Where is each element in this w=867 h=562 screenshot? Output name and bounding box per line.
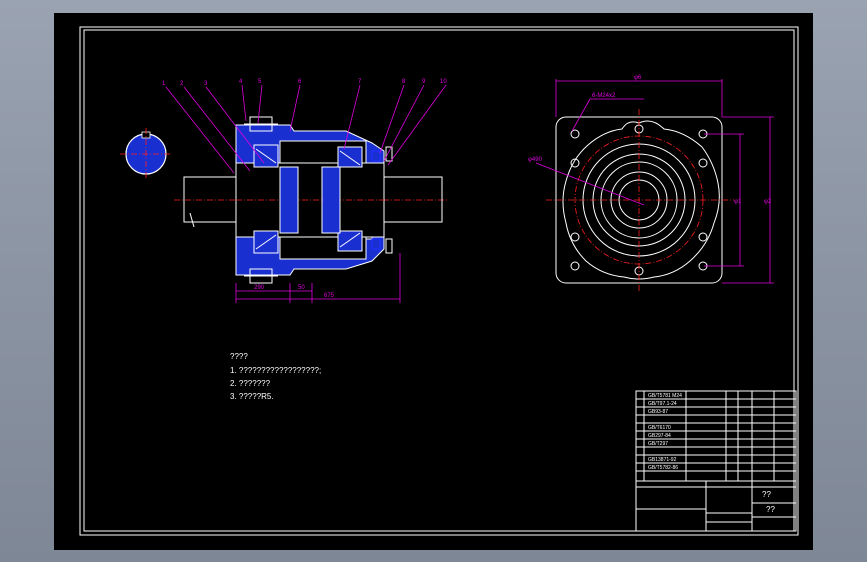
callout-1: 1 (162, 81, 166, 87)
callout-8: 8 (402, 79, 406, 85)
callout-10: 10 (440, 79, 447, 85)
unit-label: ?? (762, 490, 771, 499)
cad-viewport[interactable]: 1 2 3 4 5 6 7 8 9 10 290 50 675 φ6 6-M24… (54, 13, 813, 550)
dim-height: φ2 (764, 199, 772, 205)
notes-line-3: 3. ?????R5. (230, 392, 274, 401)
notes-line-2: 2. ??????? (230, 379, 271, 388)
part-row-1: GB/T5781 M24 (648, 393, 682, 399)
part-row-5: GB297-84 (648, 433, 671, 439)
callout-5: 5 (258, 79, 262, 85)
callout-6: 6 (298, 79, 302, 85)
callout-4: 4 (239, 79, 243, 85)
callout-9: 9 (422, 79, 426, 85)
dim-50: 50 (298, 285, 305, 291)
part-row-7: GB13871-92 (648, 457, 677, 463)
callout-3: 3 (204, 81, 208, 87)
bearing-assembly-section (174, 116, 449, 284)
dim-top: φ6 (634, 75, 642, 81)
drawing-border (79, 26, 799, 536)
part-row-8: GB/T5782-86 (648, 465, 678, 471)
notes-line-1: 1. ??????????????????; (230, 366, 321, 375)
part-row-4: GB/T6170 (648, 425, 671, 431)
flange-end-view (546, 109, 734, 293)
dim-bolt-pattern: 6-M24x2 (592, 93, 616, 99)
dim-flange-diam: φ490 (528, 157, 543, 163)
shaft-section-view (120, 128, 172, 180)
technical-notes: ???? 1. ??????????????????; 2. ??????? 3… (230, 352, 321, 401)
drawing-name: ?? (766, 505, 775, 514)
drawing-canvas: 1 2 3 4 5 6 7 8 9 10 290 50 675 φ6 6-M24… (79, 26, 799, 536)
part-row-2: GB/T97.1-24 (648, 401, 677, 407)
drawing-inner-border (83, 29, 795, 532)
flange-dimensions: φ6 6-M24x2 φ490 φ2 φ1 (528, 75, 774, 284)
part-row-3: GB93-87 (648, 409, 668, 415)
notes-title: ???? (230, 352, 248, 361)
dim-bolt-spacing: φ1 (734, 199, 742, 205)
callout-7: 7 (358, 79, 362, 85)
dim-290: 290 (254, 285, 265, 291)
part-row-6: GB/T297 (648, 441, 668, 447)
callout-labels: 1 2 3 4 5 6 7 8 9 10 (162, 79, 447, 87)
dim-675: 675 (324, 293, 335, 299)
title-block: GB/T5781 M24 GB/T97.1-24 GB93-87 GB/T617… (635, 390, 797, 532)
callout-2: 2 (180, 81, 184, 87)
